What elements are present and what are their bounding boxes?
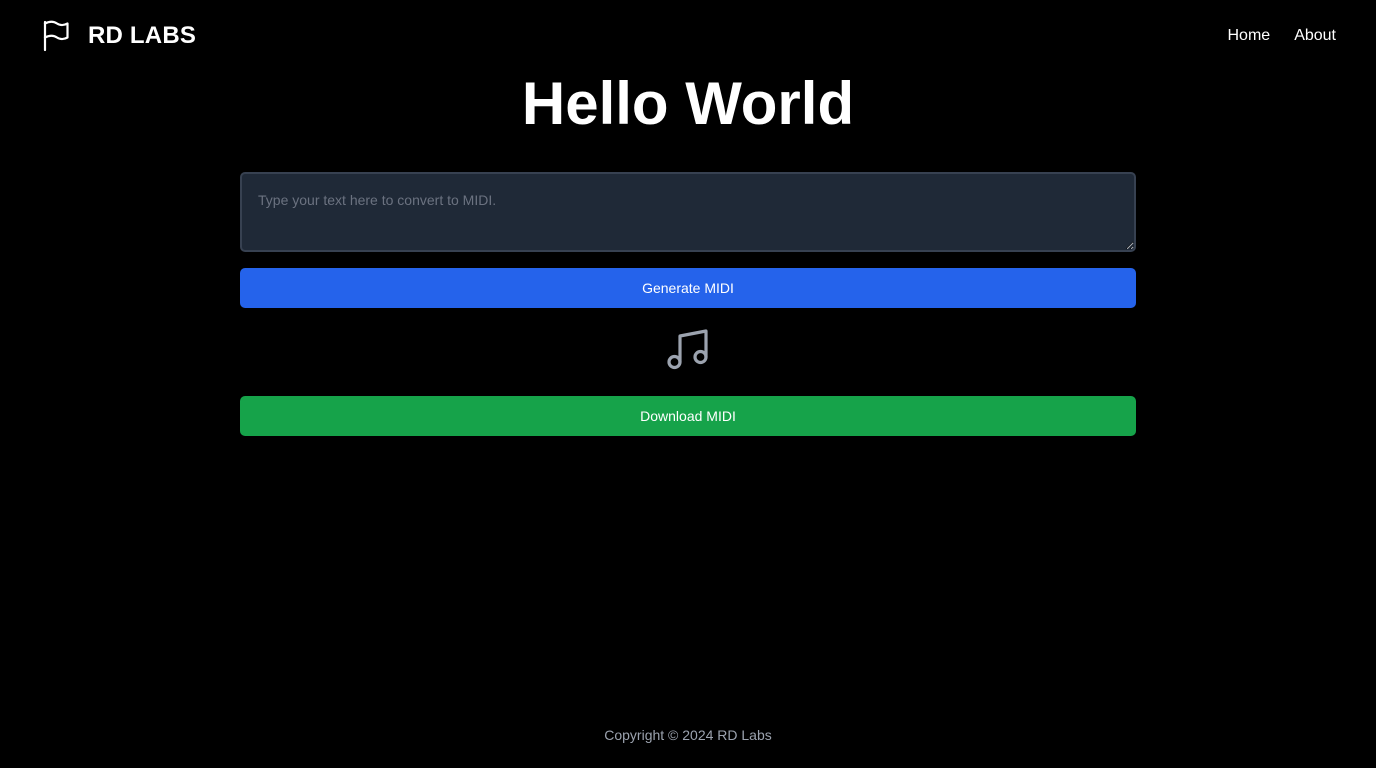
page: RD LABS Home About Hello World Generate … [0,0,1376,768]
nav-link-about[interactable]: About [1294,27,1336,45]
copyright-text: Copyright © 2024 RD Labs [604,727,772,743]
nav-link-home[interactable]: Home [1228,27,1271,45]
download-midi-button[interactable]: Download MIDI [240,396,1136,436]
music-note-icon [666,328,710,376]
brand-link[interactable]: RD LABS [42,20,196,52]
midi-text-input[interactable] [240,172,1136,252]
generate-midi-button[interactable]: Generate MIDI [240,268,1136,308]
nav-links: Home About [1228,27,1337,45]
brand-name: RD LABS [88,22,197,49]
flag-icon [42,20,70,52]
music-icon-container [240,308,1136,396]
navbar: RD LABS Home About [0,0,1376,72]
main-content: Generate MIDI Download MIDI [240,172,1136,436]
page-title: Hello World [521,70,855,137]
footer: Copyright © 2024 RD Labs [0,727,1376,743]
